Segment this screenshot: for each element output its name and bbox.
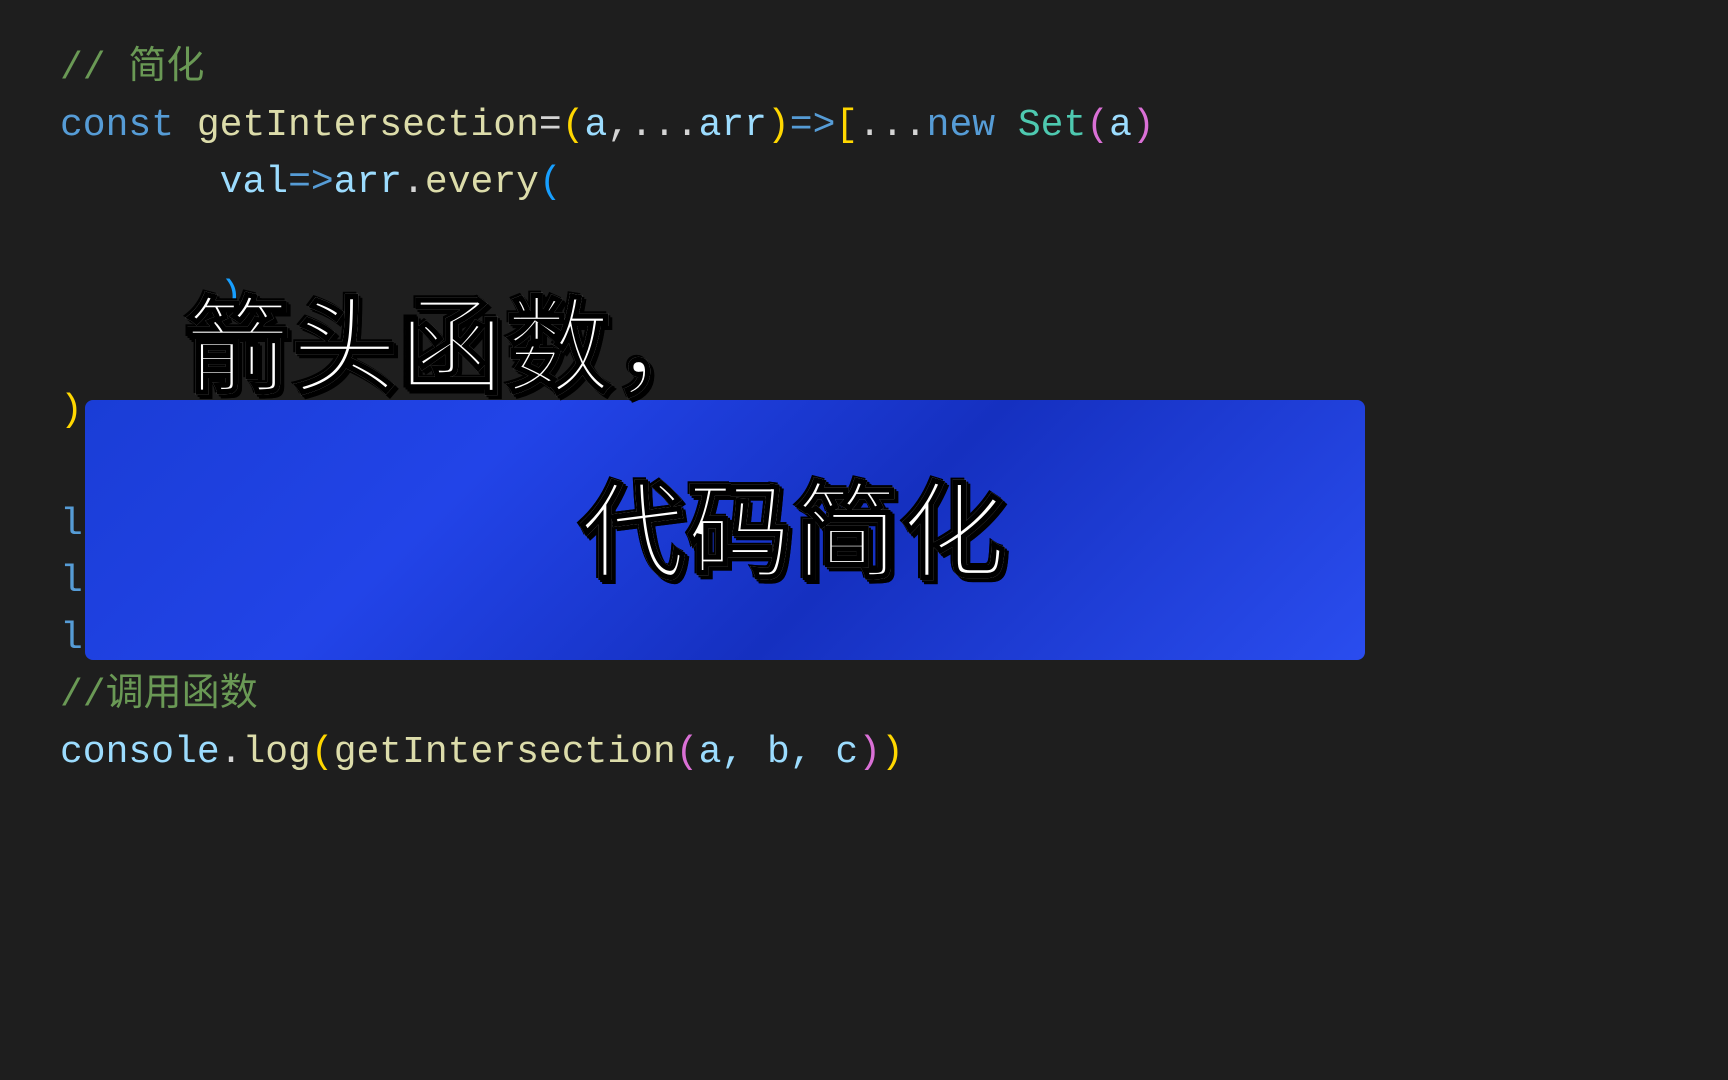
code-line-12: //调用函数 [60, 667, 1668, 724]
code-line-1: // 简化 [60, 40, 1668, 97]
code-line-2: const getIntersection=(a,...arr)=>[...ne… [60, 97, 1668, 154]
title-line-1: 箭头函数， [185, 270, 720, 428]
code-line-3: val=>arr.every( [60, 154, 1668, 211]
code-line-13: console.log(getIntersection(a, b, c)) [60, 724, 1668, 781]
comment-text: // 简化 [60, 47, 204, 90]
code-line-4 [60, 211, 1668, 268]
title-line-2: 代码简化 [580, 455, 1008, 613]
